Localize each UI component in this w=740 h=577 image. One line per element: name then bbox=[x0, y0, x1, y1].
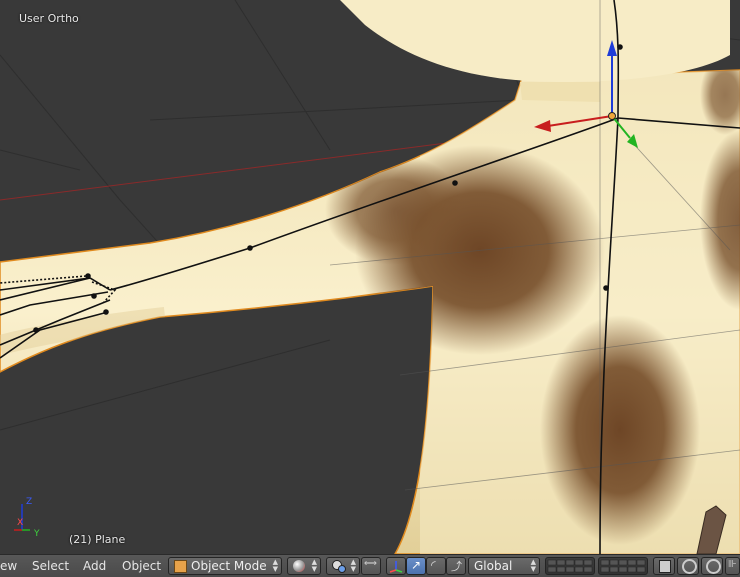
menu-select[interactable]: Select bbox=[32, 559, 69, 573]
updown-arrows-icon: ▲ ▼ bbox=[311, 558, 317, 573]
axis-x-label: X bbox=[17, 518, 23, 528]
align-icon: ⟺ bbox=[364, 559, 377, 569]
scale-manipulator-button[interactable]: ⤴ bbox=[446, 557, 466, 575]
cube-icon bbox=[174, 560, 187, 573]
layer-buttons-b[interactable] bbox=[598, 557, 648, 575]
manipulator-toggle[interactable] bbox=[386, 557, 406, 575]
orientation-label: Global bbox=[474, 559, 513, 573]
3d-viewport[interactable]: User Ortho Z X Y (21) Plane bbox=[0, 0, 740, 554]
mode-selector[interactable]: Object Mode ▲ ▼ bbox=[168, 557, 282, 575]
pivot-point-selector[interactable]: ▲ ▼ bbox=[326, 557, 360, 575]
layer-buttons-a[interactable] bbox=[545, 557, 595, 575]
axis-orientation-gizmo: Z X Y bbox=[14, 497, 40, 538]
sphere-shading-icon bbox=[293, 560, 305, 572]
translate-icon: ↗ bbox=[411, 558, 422, 572]
active-object-info: (21) Plane bbox=[69, 533, 126, 546]
menu-view[interactable]: ew bbox=[0, 559, 17, 573]
proportional-edit-button[interactable] bbox=[677, 557, 699, 575]
rotate-icon: ◜ bbox=[431, 558, 436, 572]
updown-arrows-icon: ▲ ▼ bbox=[350, 558, 356, 573]
snap-element-icon: ⊪ bbox=[728, 559, 737, 570]
layers-grid-icon bbox=[547, 559, 593, 573]
ring-icon bbox=[682, 559, 697, 574]
pivot-align-toggle[interactable]: ⟺ bbox=[361, 557, 381, 575]
rotate-manipulator-button[interactable]: ◜ bbox=[426, 557, 446, 575]
layers-grid-icon bbox=[600, 559, 646, 573]
manipulator-axes-icon bbox=[389, 561, 403, 573]
snap-element-selector[interactable]: ⊪ bbox=[725, 557, 740, 575]
scale-icon: ⤴ bbox=[451, 560, 462, 573]
snap-icon bbox=[706, 559, 721, 574]
scene-canvas[interactable] bbox=[0, 0, 740, 554]
axis-y-label: Y bbox=[33, 529, 40, 538]
updown-arrows-icon: ▲ ▼ bbox=[530, 558, 536, 573]
transform-orientation-selector[interactable]: Global ▲ ▼ bbox=[468, 557, 540, 575]
translate-manipulator-button[interactable]: ↗ bbox=[406, 557, 426, 575]
view-name-label: User Ortho bbox=[19, 12, 79, 25]
viewport-shading-selector[interactable]: ▲ ▼ bbox=[287, 557, 321, 575]
axis-z-label: Z bbox=[26, 497, 32, 507]
menu-object[interactable]: Object bbox=[122, 559, 161, 573]
document-icon bbox=[659, 560, 671, 573]
viewport-header: ew Select Add Object Object Mode ▲ ▼ ▲ ▼ ▲… bbox=[0, 554, 740, 577]
character-mesh[interactable] bbox=[0, 0, 740, 554]
lock-layers-button[interactable] bbox=[653, 557, 675, 575]
menu-add[interactable]: Add bbox=[83, 559, 106, 573]
updown-arrows-icon: ▲ ▼ bbox=[272, 558, 278, 573]
mode-label: Object Mode bbox=[191, 559, 267, 573]
snap-button[interactable] bbox=[701, 557, 723, 575]
